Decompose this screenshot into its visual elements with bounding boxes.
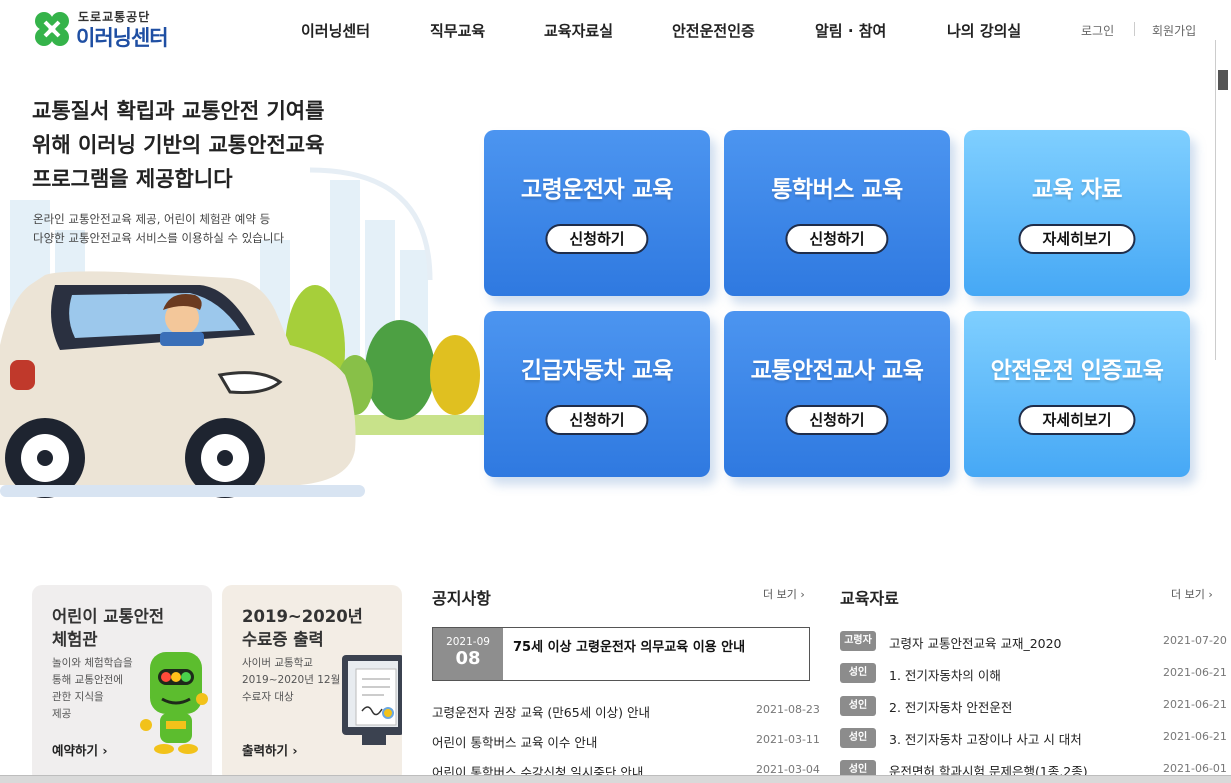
material-item[interactable]: 고령자 교통안전교육 교재_2020: [889, 633, 1062, 652]
tile-emergency-vehicle-education[interactable]: 긴급자동차 교육 신청하기: [484, 311, 710, 477]
material-date: 2021-06-01: [1163, 762, 1227, 775]
card-title-line: 2019~2020년: [242, 607, 363, 626]
material-item[interactable]: 2. 전기자동차 안전운전: [889, 697, 1012, 716]
tile-safety-teacher-education[interactable]: 교통안전교사 교육 신청하기: [724, 311, 950, 477]
tile-school-bus-education[interactable]: 통학버스 교육 신청하기: [724, 130, 950, 296]
card-desc-line: 통해 교통안전에: [52, 674, 123, 686]
tile-safe-driving-certification[interactable]: 안전운전 인증교육 자세히보기: [964, 311, 1190, 477]
horizontal-scrollbar[interactable]: [0, 775, 1231, 783]
apply-button[interactable]: 신청하기: [785, 405, 889, 435]
tile-title: 통학버스 교육: [771, 177, 903, 203]
hero-desc-line: 다양한 교통안전교육 서비스를 이용하실 수 있습니다: [33, 231, 285, 245]
card-desc-line: 관한 지식을: [52, 691, 104, 703]
featured-date-day: 08: [455, 648, 481, 669]
signup-link[interactable]: 회원가입: [1152, 22, 1196, 39]
nav-job-training[interactable]: 직무교육: [430, 20, 485, 41]
featured-notice-title: 75세 이상 고령운전자 의무교육 이용 안내: [513, 640, 746, 655]
material-date: 2021-06-21: [1163, 698, 1227, 711]
hero-desc-line: 온라인 교통안전교육 제공, 어린이 체험관 예약 등: [33, 212, 271, 226]
featured-notice[interactable]: 2021-09 08 75세 이상 고령운전자 의무교육 이용 안내: [432, 627, 810, 681]
card-desc-line: 사이버 교통학교: [242, 657, 313, 669]
material-date: 2021-07-20: [1163, 634, 1227, 647]
card-title: 2019~2020년 수료증 출력: [242, 605, 363, 651]
category-badge: 성인: [840, 696, 876, 716]
card-description: 사이버 교통학교 2019~2020년 12월 수료자 대상: [242, 655, 340, 706]
materials-more-link[interactable]: 더 보기 ›: [1171, 586, 1213, 602]
util-divider: [1134, 22, 1135, 36]
side-scroll-thumb[interactable]: [1218, 70, 1228, 90]
card-title: 어린이 교통안전 체험관: [52, 605, 164, 651]
details-button[interactable]: 자세히보기: [1018, 405, 1136, 435]
apply-button[interactable]: 신청하기: [545, 405, 649, 435]
notice-item[interactable]: 어린이 통학버스 교육 이수 안내: [432, 732, 597, 751]
traffic-light-mascot-icon: [140, 652, 208, 754]
card-certificate-print[interactable]: 2019~2020년 수료증 출력 사이버 교통학교 2019~2020년 12…: [222, 585, 402, 783]
material-item[interactable]: 1. 전기자동차의 이해: [889, 665, 1001, 684]
featured-date: 2021-09 08: [433, 628, 503, 680]
card-children-experience-center[interactable]: 어린이 교통안전 체험관 놀이와 체험학습을 통해 교통안전에 관한 지식을 제…: [32, 585, 212, 783]
apply-button[interactable]: 신청하기: [545, 224, 649, 254]
material-date: 2021-06-21: [1163, 666, 1227, 679]
notice-date: 2021-03-11: [756, 733, 820, 746]
site-logo[interactable]: 도로교통공단 이러닝센터: [32, 8, 192, 50]
apply-button[interactable]: 신청하기: [785, 224, 889, 254]
category-badge: 성인: [840, 663, 876, 683]
tile-title: 교통안전교사 교육: [750, 358, 924, 384]
reserve-link[interactable]: 예약하기 ›: [52, 740, 108, 759]
hero-description: 온라인 교통안전교육 제공, 어린이 체험관 예약 등 다양한 교통안전교육 서…: [33, 210, 284, 248]
nav-education-materials[interactable]: 교육자료실: [544, 20, 613, 41]
clover-logo-icon: [35, 12, 69, 46]
card-title-line: 어린이 교통안전: [52, 607, 165, 626]
card-desc-line: 수료자 대상: [242, 691, 294, 703]
card-desc-line: 2019~2020년 12월: [242, 674, 341, 686]
category-badge: 고령자: [840, 631, 876, 651]
hero-title-line: 프로그램을 제공합니다: [32, 167, 233, 191]
site-header: 도로교통공단 이러닝센터 이러닝센터 직무교육 교육자료실 안전운전인증 알림 …: [0, 0, 1231, 60]
nav-safe-driving-cert[interactable]: 안전운전인증: [672, 20, 755, 41]
tile-title: 긴급자동차 교육: [520, 358, 674, 384]
tile-senior-driver-education[interactable]: 고령운전자 교육 신청하기: [484, 130, 710, 296]
category-badge: 성인: [840, 728, 876, 748]
side-scrollbar[interactable]: [1215, 40, 1231, 360]
material-item[interactable]: 3. 전기자동차 고장이나 사고 시 대처: [889, 729, 1082, 748]
tile-title: 고령운전자 교육: [520, 177, 674, 203]
certificate-monitor-icon: [342, 655, 402, 745]
card-desc-line: 놀이와 체험학습을: [52, 657, 133, 669]
tile-education-materials[interactable]: 교육 자료 자세히보기: [964, 130, 1190, 296]
notice-item[interactable]: 고령운전자 권장 교육 (만65세 이상) 안내: [432, 702, 650, 721]
details-button[interactable]: 자세히보기: [1018, 224, 1136, 254]
nav-my-classroom[interactable]: 나의 강의실: [947, 20, 1021, 41]
card-desc-line: 제공: [52, 708, 72, 720]
card-description: 놀이와 체험학습을 통해 교통안전에 관한 지식을 제공: [52, 655, 133, 723]
featured-date-ym: 2021-09: [446, 636, 490, 648]
tile-title: 안전운전 인증교육: [990, 358, 1164, 384]
hero-title-line: 교통질서 확립과 교통안전 기여를: [32, 99, 325, 123]
tile-title: 교육 자료: [1031, 177, 1123, 203]
hero-title-line: 위해 이러닝 기반의 교통안전교육: [32, 133, 325, 157]
hero-title: 교통질서 확립과 교통안전 기여를 위해 이러닝 기반의 교통안전교육 프로그램…: [32, 94, 324, 196]
notices-more-link[interactable]: 더 보기 ›: [763, 586, 805, 602]
nav-notice-participate[interactable]: 알림 · 참여: [815, 20, 886, 41]
materials-title: 교육자료: [840, 589, 899, 608]
logo-name: 이러닝센터: [76, 26, 169, 50]
notice-date: 2021-08-23: [756, 703, 820, 716]
notices-title: 공지사항: [432, 589, 491, 608]
print-link[interactable]: 출력하기 ›: [242, 740, 298, 759]
nav-elearning-center[interactable]: 이러닝센터: [301, 20, 370, 41]
login-link[interactable]: 로그인: [1081, 22, 1114, 39]
material-date: 2021-06-21: [1163, 730, 1227, 743]
